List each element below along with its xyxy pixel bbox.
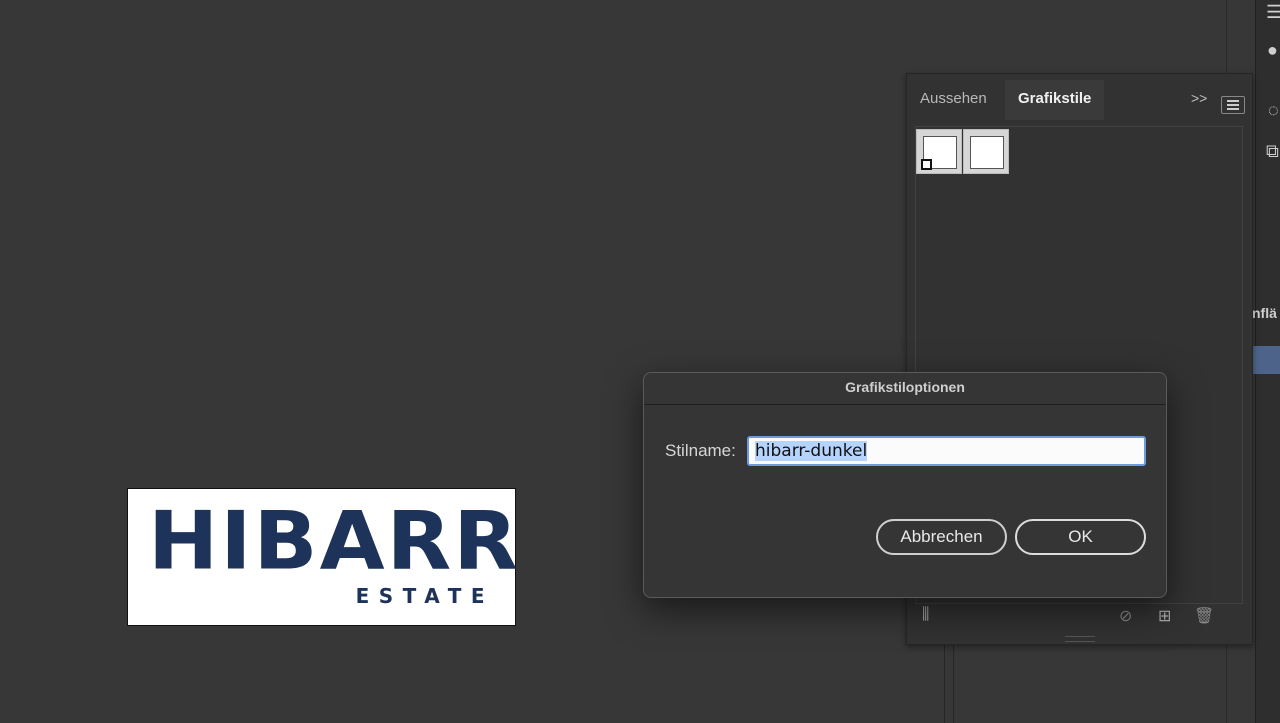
graphic-style-default[interactable] <box>916 129 962 174</box>
layers-icon[interactable]: ⧉ <box>1266 141 1279 162</box>
artboard[interactable]: HIBARR ESTATE <box>127 488 518 626</box>
logo-subtitle: ESTATE <box>355 584 494 608</box>
graphic-style-2[interactable] <box>963 129 1009 174</box>
panel-tabs: Aussehen Grafikstile >> <box>907 80 1252 120</box>
library-icon[interactable]: ⫼ <box>922 606 929 624</box>
comment-icon[interactable]: ● <box>1267 40 1278 61</box>
tab-graphic-styles[interactable]: Grafikstile <box>1005 80 1105 120</box>
sun-icon[interactable]: ◌ <box>1268 100 1279 121</box>
ok-button[interactable]: OK <box>1015 519 1146 555</box>
resize-grip[interactable] <box>1065 636 1095 642</box>
trash-icon[interactable]: 🗑 <box>1194 606 1214 626</box>
divider <box>953 644 954 723</box>
swatch-preview <box>970 136 1004 169</box>
divider <box>944 644 945 723</box>
default-style-marker-icon <box>921 159 932 170</box>
style-name-label: Stilname: <box>665 441 736 460</box>
style-name-input[interactable] <box>747 436 1146 466</box>
break-link-icon[interactable]: ⊘ <box>1119 606 1132 626</box>
menu-icon[interactable]: ☰ <box>1266 2 1280 23</box>
logo-wordmark: HIBARR <box>148 494 520 588</box>
cancel-button[interactable]: Abbrechen <box>876 519 1007 555</box>
panel-label-truncated: nflä <box>1252 305 1277 321</box>
panel-footer: ⫼ ⊘ ⊞ 🗑 <box>907 606 1252 630</box>
dialog-title: Grafikstiloptionen <box>644 373 1166 405</box>
new-style-icon[interactable]: ⊞ <box>1158 606 1171 626</box>
panel-menu-icon[interactable] <box>1221 96 1245 114</box>
expand-panels-icon[interactable]: >> <box>1191 90 1207 106</box>
graphic-style-options-dialog: Grafikstiloptionen Stilname: Abbrechen O… <box>643 372 1167 598</box>
selected-row-highlight <box>1253 346 1280 374</box>
tab-appearance[interactable]: Aussehen <box>907 80 1000 120</box>
